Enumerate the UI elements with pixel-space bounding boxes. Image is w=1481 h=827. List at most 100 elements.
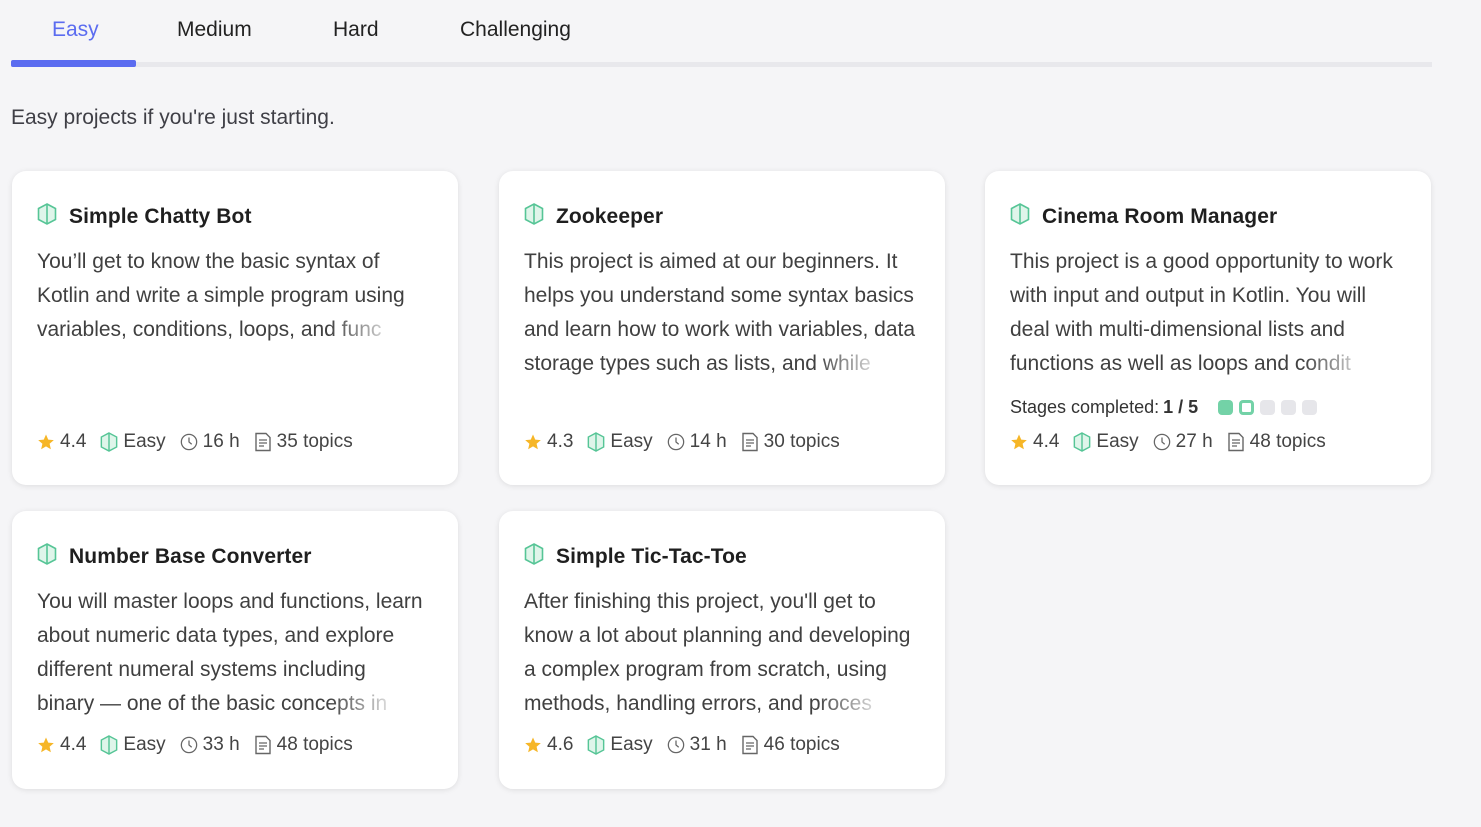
description-line: with input and output in Kotlin. You wil… — [1010, 284, 1367, 307]
topics: 35 topics — [254, 431, 353, 453]
gem-icon — [524, 203, 544, 230]
rating-value: 4.4 — [1033, 431, 1060, 452]
card-header: Cinema Room Manager — [1010, 203, 1277, 230]
description-line: and learn how to work with variables, da… — [524, 318, 916, 341]
project-card-cinema-room-manager[interactable]: Cinema Room Manager This project is a go… — [985, 171, 1431, 485]
description-line: methods, handling errors, and proces — [524, 692, 872, 715]
project-meta: 4.4 Easy 27 h 48 topics — [1010, 431, 1340, 453]
gem-icon — [37, 203, 57, 230]
rating: 4.4 — [37, 431, 86, 453]
tab-medium[interactable]: Medium — [177, 18, 252, 42]
topics: 30 topics — [741, 431, 840, 453]
project-card-simple-tic-tac-toe[interactable]: Simple Tic-Tac-Toe After finishing this … — [499, 511, 945, 789]
document-icon — [741, 432, 758, 452]
gem-icon — [1010, 203, 1030, 230]
difficulty-tabs: Easy Medium Hard Challenging — [11, 0, 1432, 67]
rating: 4.4 — [37, 734, 86, 756]
topics: 46 topics — [741, 734, 840, 756]
project-card-zookeeper[interactable]: Zookeeper This project is aimed at our b… — [499, 171, 945, 485]
level-label: Easy — [610, 431, 653, 452]
card-header: Zookeeper — [524, 203, 663, 230]
duration-value: 31 h — [689, 734, 727, 755]
level: Easy — [587, 431, 653, 453]
description-line: binary — one of the basic concepts in — [37, 692, 388, 715]
stages-progress: Stages completed: 1 / 5 — [1010, 397, 1323, 418]
level: Easy — [587, 734, 653, 756]
project-card-simple-chatty-bot[interactable]: Simple Chatty Bot You’ll get to know the… — [12, 171, 458, 485]
stages-label: Stages completed: — [1010, 397, 1160, 417]
document-icon — [741, 735, 758, 755]
active-tab-indicator — [11, 60, 136, 67]
description-line: This project is a good opportunity to wo… — [1010, 250, 1393, 273]
stage-dot-completed — [1218, 400, 1234, 415]
duration: 27 h — [1153, 431, 1213, 453]
star-icon — [38, 434, 54, 450]
project-title[interactable]: Number Base Converter — [69, 545, 312, 569]
document-icon — [254, 432, 271, 452]
clock-icon — [180, 736, 197, 754]
stage-dot — [1281, 400, 1297, 415]
gem-icon — [588, 432, 605, 452]
description-line: variables, conditions, loops, and func — [37, 318, 382, 341]
card-header: Simple Tic-Tac-Toe — [524, 543, 747, 570]
project-title[interactable]: Zookeeper — [556, 205, 663, 229]
project-description: You will master loops and functions, lea… — [37, 585, 437, 721]
project-title[interactable]: Simple Tic-Tac-Toe — [556, 545, 747, 569]
description-line: about numeric data types, and explore — [37, 624, 395, 647]
description-line: different numeral systems including — [37, 658, 366, 681]
description-line: know a lot about planning and developing — [524, 624, 911, 647]
stage-dot-current — [1239, 400, 1255, 415]
star-icon — [38, 737, 54, 753]
level-label: Easy — [123, 734, 166, 755]
description-line: Kotlin and write a simple program using — [37, 284, 405, 307]
gem-icon — [524, 543, 544, 570]
tab-description: Easy projects if you're just starting. — [11, 106, 335, 129]
rating-value: 4.4 — [60, 431, 87, 452]
project-title[interactable]: Simple Chatty Bot — [69, 205, 252, 229]
rating-value: 4.6 — [547, 734, 574, 755]
description-line: You’ll get to know the basic syntax of — [37, 250, 380, 273]
topics-count: 30 topics — [763, 431, 840, 452]
gem-icon — [101, 432, 118, 452]
rating: 4.6 — [524, 734, 573, 756]
level: Easy — [100, 431, 166, 453]
project-meta: 4.3 Easy 14 h 30 topics — [524, 431, 854, 453]
star-icon — [1011, 434, 1027, 450]
duration-value: 14 h — [689, 431, 727, 452]
project-meta: 4.4 Easy 16 h 35 topics — [37, 431, 367, 453]
duration-value: 33 h — [202, 734, 240, 755]
gem-icon — [1074, 432, 1091, 452]
description-line: functions as well as loops and condit — [1010, 352, 1351, 375]
gem-icon — [37, 543, 57, 570]
project-card-number-base-converter[interactable]: Number Base Converter You will master lo… — [12, 511, 458, 789]
rating: 4.3 — [524, 431, 573, 453]
duration: 16 h — [180, 431, 240, 453]
level: Easy — [100, 734, 166, 756]
card-header: Number Base Converter — [37, 543, 312, 570]
level: Easy — [1073, 431, 1139, 453]
project-meta: 4.6 Easy 31 h 46 topics — [524, 734, 854, 756]
card-header: Simple Chatty Bot — [37, 203, 252, 230]
document-icon — [254, 735, 271, 755]
level-label: Easy — [610, 734, 653, 755]
clock-icon — [667, 433, 684, 451]
project-meta: 4.4 Easy 33 h 48 topics — [37, 734, 367, 756]
tab-challenging[interactable]: Challenging — [460, 18, 571, 42]
topics-count: 48 topics — [1249, 431, 1326, 452]
description-line: You will master loops and functions, lea… — [37, 590, 423, 613]
gem-icon — [101, 735, 118, 755]
project-title[interactable]: Cinema Room Manager — [1042, 205, 1277, 229]
project-description: This project is aimed at our beginners. … — [524, 245, 924, 381]
project-description: You’ll get to know the basic syntax of K… — [37, 245, 437, 381]
clock-icon — [180, 433, 197, 451]
tab-easy[interactable]: Easy — [52, 18, 99, 42]
description-line: After finishing this project, you'll get… — [524, 590, 876, 613]
project-description: After finishing this project, you'll get… — [524, 585, 924, 721]
duration: 33 h — [180, 734, 240, 756]
description-line: storage types such as lists, and while — [524, 352, 871, 375]
rating-value: 4.3 — [547, 431, 574, 452]
tab-hard[interactable]: Hard — [333, 18, 379, 42]
level-label: Easy — [123, 431, 166, 452]
stage-dot — [1302, 400, 1318, 415]
clock-icon — [1153, 433, 1170, 451]
